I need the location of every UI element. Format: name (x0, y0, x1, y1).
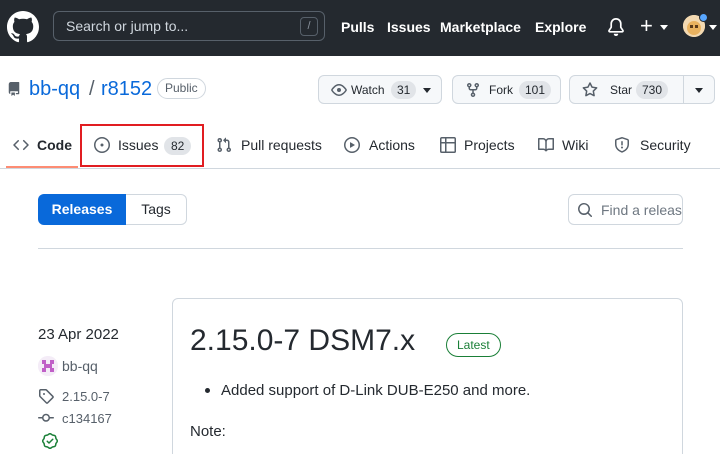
repo-name-link[interactable]: r8152 (101, 78, 152, 101)
releases-tab-button[interactable]: Releases (38, 194, 126, 225)
create-new-plus-icon[interactable]: + (640, 15, 653, 37)
tab-actions-label: Actions (369, 137, 415, 153)
toolbar-divider (38, 248, 683, 249)
bell-icon[interactable] (607, 18, 625, 36)
release-commit-link[interactable]: c134167 (38, 410, 158, 428)
watch-label: Watch (351, 83, 385, 97)
release-author[interactable]: bb-qq (38, 356, 158, 376)
bullet-marker (205, 388, 210, 393)
star-button[interactable]: Star 730 (569, 75, 715, 104)
tab-security-label: Security (640, 137, 691, 153)
watch-caret-icon (423, 88, 431, 93)
eye-icon (331, 84, 347, 96)
create-new-caret-icon[interactable] (660, 25, 668, 30)
release-card: 2.15.0-7 DSM7.x Latest Added support of … (172, 298, 683, 454)
repo-owner-link[interactable]: bb-qq (29, 78, 80, 101)
tab-pull-requests-label: Pull requests (241, 137, 322, 153)
top-header: Search or jump to... / Pulls Issues Mark… (0, 0, 720, 56)
shield-icon (615, 137, 629, 153)
repo-icon (8, 82, 20, 96)
commit-hash: c134167 (62, 411, 112, 426)
user-menu-caret-icon[interactable] (709, 25, 717, 30)
tab-security[interactable]: Security (614, 136, 691, 156)
release-note-heading: Note: (190, 423, 226, 440)
search-icon (578, 203, 593, 218)
search-input[interactable]: Search or jump to... / (53, 11, 325, 41)
git-pull-request-icon (217, 137, 232, 153)
fork-label: Fork (489, 83, 513, 97)
notification-dot-icon (699, 13, 708, 22)
fork-button[interactable]: Fork 101 (452, 75, 561, 104)
tabs-divider (0, 168, 720, 169)
nav-issues[interactable]: Issues (387, 19, 431, 35)
release-date: 23 Apr 2022 (38, 326, 119, 343)
issues-tab-highlight (80, 124, 204, 167)
tab-pull-requests[interactable]: Pull requests (216, 136, 326, 156)
book-icon (538, 137, 554, 152)
tags-tab-button[interactable]: Tags (126, 194, 187, 225)
fork-icon (467, 83, 479, 98)
nav-marketplace[interactable]: Marketplace (440, 19, 521, 35)
tab-actions[interactable]: Actions (344, 136, 419, 156)
verified-check-icon (42, 433, 58, 449)
author-avatar[interactable] (38, 356, 58, 376)
tab-wiki-label: Wiki (562, 137, 589, 153)
github-logo-icon[interactable] (7, 11, 39, 43)
repo-path-separator: / (89, 78, 95, 100)
tab-projects[interactable]: Projects (440, 136, 520, 156)
watch-button[interactable]: Watch 31 (318, 75, 442, 104)
play-icon (344, 137, 360, 153)
tab-code[interactable]: Code (13, 136, 75, 156)
search-shortcut-key: / (300, 17, 318, 36)
find-release-input[interactable]: Find a release (568, 194, 683, 225)
nav-pulls[interactable]: Pulls (341, 19, 374, 35)
tag-icon (39, 389, 54, 404)
star-label: Star (610, 83, 633, 97)
author-name: bb-qq (62, 358, 98, 374)
release-tag-link[interactable]: 2.15.0-7 (38, 388, 158, 406)
fork-count: 101 (519, 81, 552, 99)
find-release-placeholder: Find a release (601, 202, 683, 218)
star-count: 730 (636, 81, 669, 99)
star-divider (683, 76, 684, 103)
nav-explore[interactable]: Explore (535, 19, 586, 35)
tag-name: 2.15.0-7 (62, 389, 110, 404)
watch-count: 31 (391, 81, 417, 99)
release-note-item: Added support of D-Link DUB-E250 and mor… (221, 382, 531, 399)
release-title[interactable]: 2.15.0-7 DSM7.x (190, 324, 415, 358)
tab-wiki[interactable]: Wiki (538, 136, 594, 156)
visibility-badge: Public (157, 78, 206, 99)
search-placeholder: Search or jump to... (66, 18, 189, 34)
table-icon (440, 137, 456, 153)
star-icon (582, 82, 598, 97)
code-icon (13, 139, 29, 151)
star-list-caret-icon[interactable] (695, 88, 703, 93)
git-commit-icon (38, 413, 54, 422)
latest-badge: Latest (446, 333, 501, 357)
tab-code-label: Code (37, 137, 72, 153)
tab-projects-label: Projects (464, 137, 515, 153)
